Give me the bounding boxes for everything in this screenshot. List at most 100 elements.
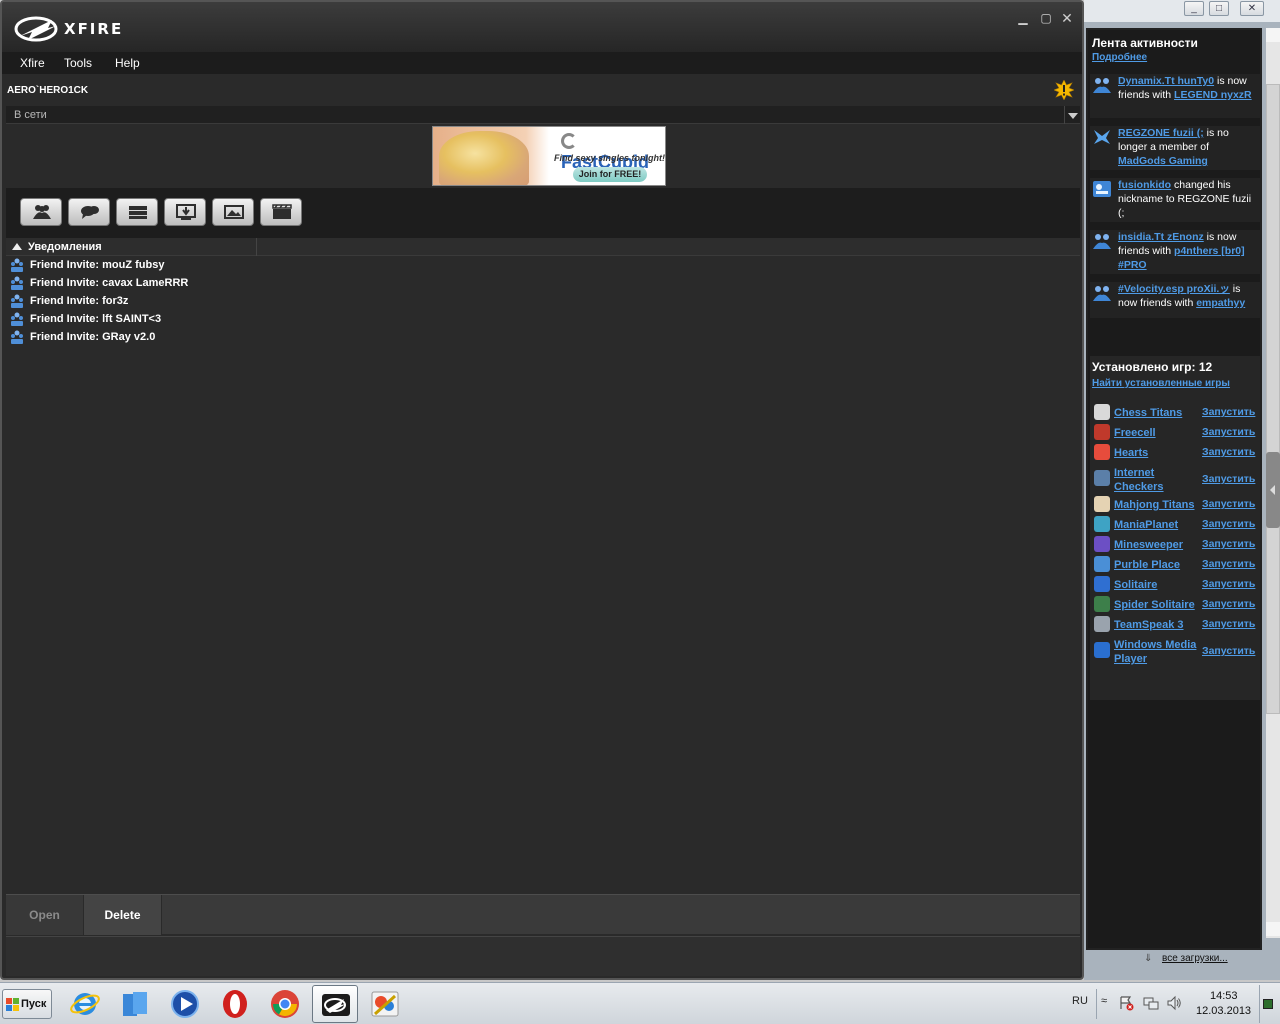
game-launch-link[interactable]: Запустить <box>1202 406 1255 418</box>
game-name-link[interactable]: Internet Checkers <box>1114 466 1200 494</box>
game-launch-link[interactable]: Запустить <box>1202 598 1255 610</box>
game-name-link[interactable]: Hearts <box>1114 446 1200 460</box>
sidebar-maximize-button[interactable]: □ <box>1209 1 1229 16</box>
action-center-icon[interactable] <box>1118 995 1134 1011</box>
collapse-arrow-icon[interactable] <box>12 243 22 250</box>
friends-button[interactable] <box>20 198 62 226</box>
minimize-button[interactable]: ▁ <box>1014 10 1032 26</box>
notification-text: Friend Invite: mouZ fubsy <box>30 259 165 271</box>
feed-user-link[interactable]: LEGEND nyxzR <box>1174 89 1252 101</box>
feed-user-link[interactable]: empathyy <box>1196 297 1245 309</box>
chat-button[interactable] <box>68 198 110 226</box>
menu-tools[interactable]: Tools <box>64 56 92 70</box>
status-dropdown[interactable]: В сети <box>6 106 1080 124</box>
game-launch-link[interactable]: Запустить <box>1202 558 1255 570</box>
feed-item: Dynamix.Tt hunTy0 is now friends with LE… <box>1090 74 1260 118</box>
menu-help[interactable]: Help <box>115 56 140 70</box>
sidebar-minimize-button[interactable]: _ <box>1184 1 1204 16</box>
game-row: Chess Titans Запустить <box>1090 402 1260 422</box>
username[interactable]: AERO`HERO1CK <box>7 85 88 96</box>
game-name-link[interactable]: Freecell <box>1114 426 1200 440</box>
game-name-link[interactable]: Purble Place <box>1114 558 1200 572</box>
scrollbar-thumb[interactable] <box>1266 84 1280 714</box>
game-launch-link[interactable]: Запустить <box>1202 473 1255 485</box>
alert-icon[interactable] <box>1054 80 1074 100</box>
menu-xfire[interactable]: Xfire <box>20 56 45 70</box>
feed-more-link[interactable]: Подробнее <box>1092 52 1147 63</box>
game-name-link[interactable]: Windows Media Player <box>1114 638 1200 666</box>
close-button[interactable]: ✕ <box>1058 10 1076 26</box>
game-launch-link[interactable]: Запустить <box>1202 426 1255 438</box>
feed-user-link[interactable]: insidia.Tt zEnonz <box>1118 231 1204 243</box>
show-hidden-icons-button[interactable]: ≈ <box>1101 995 1107 1007</box>
feed-user-link[interactable]: fusionkido <box>1118 179 1171 191</box>
feed-user-link[interactable]: #Velocity.esp proXii.ッ <box>1118 283 1230 295</box>
open-button[interactable]: Open <box>6 895 84 935</box>
screenshots-button[interactable] <box>212 198 254 226</box>
game-launch-link[interactable]: Запустить <box>1202 578 1255 590</box>
feed-title: Лента активности <box>1092 36 1198 50</box>
start-label: Пуск <box>21 998 47 1010</box>
game-row: Internet Checkers Запустить <box>1090 462 1260 494</box>
taskbar-paint[interactable] <box>362 985 408 1023</box>
scroll-down-icon[interactable] <box>1266 922 1280 936</box>
feed-item: REGZONE fuzii (; is no longer a member o… <box>1090 126 1260 170</box>
game-row: ManiaPlanet Запустить <box>1090 514 1260 534</box>
internet-explorer-icon <box>70 993 100 1015</box>
volume-icon[interactable] <box>1166 995 1182 1011</box>
feed-user-link[interactable]: MadGods Gaming <box>1118 155 1208 167</box>
taskbar-internet-explorer[interactable] <box>62 985 108 1023</box>
nickname-icon <box>1093 181 1111 197</box>
friends-icon <box>1093 234 1111 249</box>
delete-button[interactable]: Delete <box>84 895 162 935</box>
game-launch-link[interactable]: Запустить <box>1202 538 1255 550</box>
ad-join-button[interactable]: Join for FREE! <box>573 167 647 182</box>
game-row: Hearts Запустить <box>1090 442 1260 462</box>
game-launch-link[interactable]: Запустить <box>1202 645 1255 657</box>
start-button[interactable]: Пуск <box>2 989 52 1019</box>
dropdown-arrow-icon[interactable] <box>1064 106 1080 124</box>
game-launch-link[interactable]: Запустить <box>1202 498 1255 510</box>
game-icon <box>1094 424 1110 440</box>
notification-text: Friend Invite: lft SAINT<3 <box>30 313 162 325</box>
taskbar-explorer[interactable] <box>112 985 158 1023</box>
game-name-link[interactable]: Minesweeper <box>1114 538 1200 552</box>
activity-panel: Лента активности Подробнее Dynamix.Tt hu… <box>1086 28 1262 950</box>
clock-time[interactable]: 14:53 <box>1210 990 1238 1002</box>
game-name-link[interactable]: Mahjong Titans <box>1114 498 1200 512</box>
maximize-button[interactable]: ▢ <box>1037 10 1055 26</box>
all-downloads-link[interactable]: все загрузки... <box>1162 953 1228 964</box>
installed-games: Установлено игр: 12 Найти установленные … <box>1090 356 1260 700</box>
desktop-icon <box>1263 999 1273 1009</box>
sidebar-collapse-handle[interactable] <box>1266 452 1280 528</box>
sidebar-close-button[interactable]: ✕ <box>1240 1 1264 16</box>
game-launch-link[interactable]: Запустить <box>1202 618 1255 630</box>
network-icon[interactable] <box>1143 995 1159 1011</box>
taskbar-opera[interactable] <box>212 985 258 1023</box>
feed-text: fusionkido changed his nickname to REGZO… <box>1118 178 1256 220</box>
game-name-link[interactable]: Spider Solitaire <box>1114 598 1200 612</box>
game-name-link[interactable]: TeamSpeak 3 <box>1114 618 1200 632</box>
column-divider[interactable] <box>256 238 257 256</box>
feed-user-link[interactable]: REGZONE fuzii (; <box>1118 127 1204 139</box>
game-name-link[interactable]: Solitaire <box>1114 578 1200 592</box>
language-indicator[interactable]: RU <box>1072 995 1088 1007</box>
game-launch-link[interactable]: Запустить <box>1202 518 1255 530</box>
game-name-link[interactable]: ManiaPlanet <box>1114 518 1200 532</box>
scroll-up-icon[interactable] <box>1266 28 1280 42</box>
servers-button[interactable] <box>116 198 158 226</box>
taskbar-media-player[interactable] <box>162 985 208 1023</box>
taskbar-chrome[interactable] <box>262 985 308 1023</box>
find-games-link[interactable]: Найти установленные игры <box>1092 378 1230 389</box>
title-bar[interactable]: XFIRE ▁ ▢ ✕ <box>2 2 1082 52</box>
taskbar-xfire[interactable] <box>312 985 358 1023</box>
servers-icon <box>129 206 147 219</box>
advertisement-banner[interactable]: FastCupid Find sexy singles tonight! Joi… <box>432 126 666 186</box>
game-name-link[interactable]: Chess Titans <box>1114 406 1200 420</box>
feed-user-link[interactable]: Dynamix.Tt hunTy0 <box>1118 75 1214 87</box>
game-row: Solitaire Запустить <box>1090 574 1260 594</box>
clock-date[interactable]: 12.03.2013 <box>1196 1005 1251 1017</box>
downloads-button[interactable] <box>164 198 206 226</box>
game-launch-link[interactable]: Запустить <box>1202 446 1255 458</box>
videos-button[interactable] <box>260 198 302 226</box>
